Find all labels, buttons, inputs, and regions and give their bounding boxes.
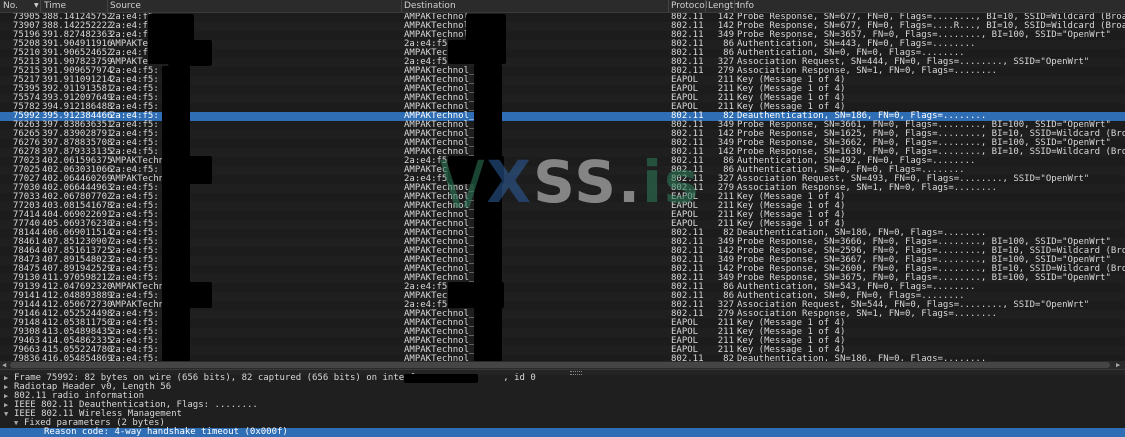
col-protocol-header[interactable]: Protocol xyxy=(671,1,707,11)
collapsed-arrow-icon[interactable]: ▶ xyxy=(4,374,14,383)
col-source-header[interactable]: Source xyxy=(110,1,141,11)
collapsed-arrow-icon[interactable]: ▶ xyxy=(4,392,14,401)
expanded-arrow-icon[interactable]: ▼ xyxy=(14,419,24,428)
scroll-right-icon[interactable]: ▶ xyxy=(1116,361,1120,369)
scrollbar-thumb[interactable] xyxy=(10,362,1110,368)
redaction-bar xyxy=(448,156,504,184)
horizontal-scrollbar[interactable]: ◀ ▶ xyxy=(0,361,1125,369)
detail-suffix: , id 0 xyxy=(503,373,536,383)
col-time-header[interactable]: Time xyxy=(44,1,66,11)
detail-tree-item[interactable]: ▼ IEEE 802.11 Wireless Management xyxy=(0,410,1125,419)
redaction-bar xyxy=(404,374,478,383)
scroll-left-icon[interactable]: ◀ xyxy=(2,361,6,369)
col-destination-header[interactable]: Destination xyxy=(404,1,456,11)
redaction-bar xyxy=(448,282,504,308)
redaction-bar xyxy=(474,64,502,362)
redaction-bar xyxy=(168,40,212,66)
detail-tree-item[interactable]: ▶ Radiotap Header v0, Length 56 xyxy=(0,383,1125,392)
collapsed-arrow-icon[interactable]: ▶ xyxy=(4,401,14,410)
packet-details-tree[interactable]: ▶ Frame 75992: 82 bytes on wire (656 bits… xyxy=(0,373,1125,437)
packet-list-header: No. ▼ Time Source Destination Protocol L… xyxy=(0,0,1125,13)
col-info-header[interactable]: Info xyxy=(737,1,754,11)
sort-indicator-icon: ▼ xyxy=(34,2,39,9)
redaction-bar xyxy=(168,282,212,308)
redaction-bar xyxy=(448,40,504,64)
collapsed-arrow-icon[interactable]: ▶ xyxy=(4,383,14,392)
col-no-header[interactable]: No. xyxy=(3,1,18,11)
redaction-bar xyxy=(162,66,190,362)
expanded-arrow-icon[interactable]: ▼ xyxy=(4,410,14,419)
redaction-bar xyxy=(168,156,212,184)
